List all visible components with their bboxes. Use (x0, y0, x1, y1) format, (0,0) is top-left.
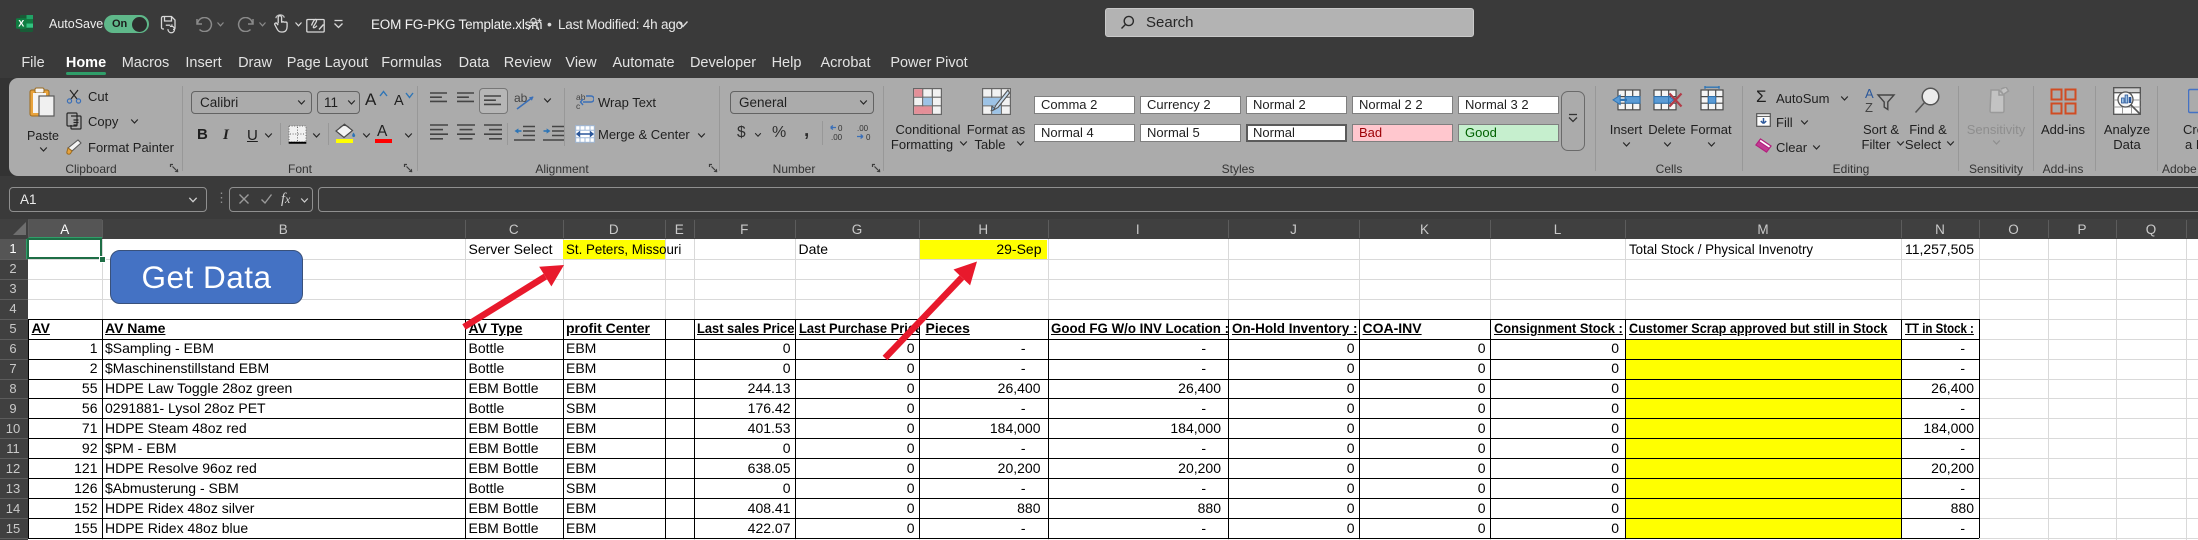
svg-text:A: A (1865, 87, 1874, 101)
svg-text:X: X (18, 19, 24, 29)
svg-text:.00: .00 (831, 133, 843, 142)
svg-text:Z: Z (1865, 100, 1873, 115)
svg-text:0: 0 (838, 124, 843, 133)
